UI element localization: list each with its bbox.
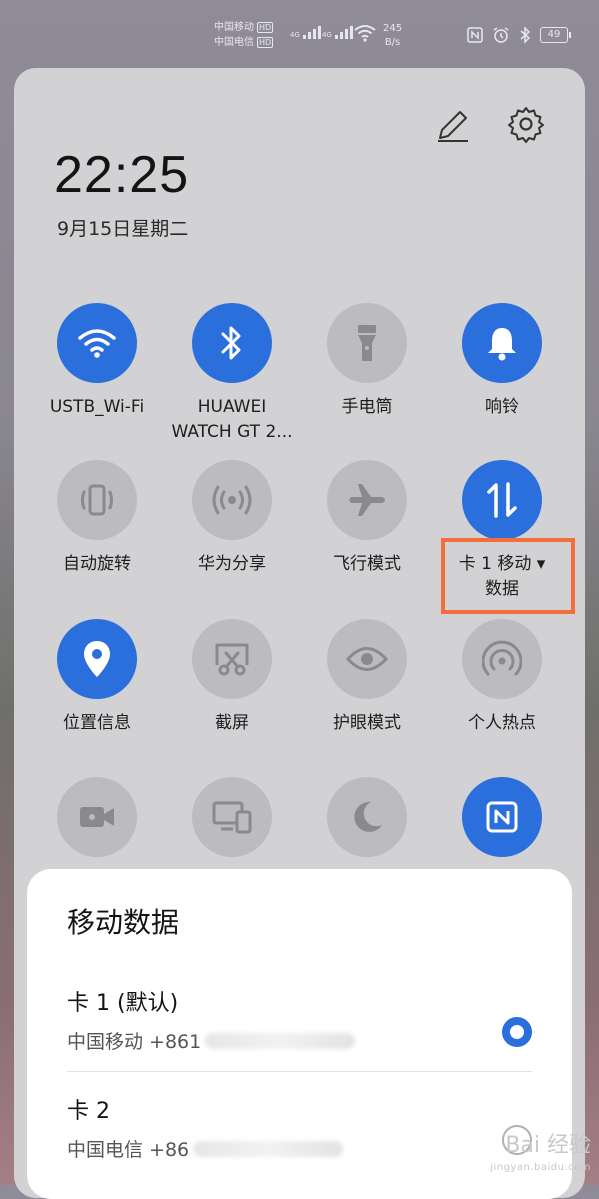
wifi-icon [354, 25, 376, 42]
tile-multi-screen-toggle[interactable] [192, 777, 272, 857]
signal-icon: 4G [322, 26, 353, 39]
bluetooth-icon [520, 26, 531, 44]
tile-location[interactable]: 位置信息 [22, 619, 172, 736]
divider [67, 1071, 532, 1072]
tile-ringer-toggle[interactable] [462, 303, 542, 383]
redacted-number [193, 1140, 344, 1157]
nfc-icon [486, 801, 518, 833]
status-bar: 中国移动 HD 中国电信 HD 4G 4G 245 B/s 49 [0, 0, 599, 62]
tile-eye-comfort[interactable]: 护眼模式 [292, 619, 442, 736]
carrier-info: 中国移动 HD 中国电信 HD [214, 20, 274, 50]
multi-screen-icon [212, 801, 252, 834]
tile-label: 手电筒 [341, 397, 393, 417]
tile-airplane-mode-toggle[interactable] [327, 460, 407, 540]
tile-label: 华为分享 [198, 554, 266, 574]
tile-hotspot-toggle[interactable] [462, 619, 542, 699]
tile-screen-record-toggle[interactable] [57, 777, 137, 857]
carrier-2: 中国电信 [214, 37, 254, 48]
tile-label: HUAWEI WATCH GT 2... [171, 397, 293, 442]
tile-label: 位置信息 [63, 713, 131, 733]
tile-nfc[interactable] [427, 777, 577, 857]
radio-card1[interactable] [502, 1017, 532, 1047]
status-icons: 49 [466, 26, 571, 44]
signal-icon: 4G [290, 26, 321, 39]
sim-option-card2[interactable]: 卡 2 中国电信 +86 [67, 1093, 532, 1183]
tile-flashlight-toggle[interactable] [327, 303, 407, 383]
wifi-icon [78, 329, 116, 358]
sim-number: 中国电信 +86 [67, 1135, 532, 1162]
tile-label: 护眼模式 [333, 713, 401, 733]
pencil-icon[interactable] [434, 108, 470, 144]
eye-icon [346, 647, 388, 671]
tile-eye-comfort-toggle[interactable] [327, 619, 407, 699]
airplane-icon [349, 484, 385, 516]
carrier-1: 中国移动 [214, 22, 254, 33]
hotspot-icon [482, 640, 522, 676]
tile-mobile-data-toggle[interactable] [462, 460, 542, 540]
watermark: Bai 经验 jingyan.baidu.com [490, 1133, 591, 1174]
tile-bluetooth[interactable]: HUAWEI WATCH GT 2... [157, 303, 307, 445]
network-speed: 245 B/s [383, 23, 403, 48]
highlight-box [441, 538, 575, 614]
tile-wifi[interactable]: USTB_Wi-Fi [22, 303, 172, 420]
clock-time: 22:25 [54, 146, 190, 204]
network-type: 4G [290, 31, 300, 39]
tile-auto-rotate-toggle[interactable] [57, 460, 137, 540]
tile-label: 个人热点 [468, 713, 536, 733]
date-text: 9月15日星期二 [57, 218, 189, 240]
bluetooth-icon [221, 326, 241, 360]
tile-ringer[interactable]: 响铃 [427, 303, 577, 420]
screenshot-icon [215, 643, 249, 676]
tile-huawei-share-toggle[interactable] [192, 460, 272, 540]
tile-location-toggle[interactable] [57, 619, 137, 699]
hd-badge: HD [257, 22, 274, 33]
tile-bluetooth-toggle[interactable] [192, 303, 272, 383]
tile-screenshot-toggle[interactable] [192, 619, 272, 699]
network-type: 4G [322, 31, 332, 39]
tile-label: 自动旋转 [63, 554, 131, 574]
sim-name: 卡 1 (默认) [67, 991, 179, 1016]
tile-dark-mode[interactable] [292, 777, 442, 857]
tile-screen-record[interactable] [22, 777, 172, 857]
screen-record-icon [80, 807, 114, 827]
alarm-icon [493, 27, 509, 43]
tile-airplane-mode[interactable]: 飞行模式 [292, 460, 442, 577]
sim-number: 中国移动 +861 [67, 1027, 532, 1054]
mobile-data-icon [487, 482, 517, 518]
tile-auto-rotate[interactable]: 自动旋转 [22, 460, 172, 577]
dark-mode-icon [354, 801, 382, 832]
tile-wifi-toggle[interactable] [57, 303, 137, 383]
tile-dark-mode-toggle[interactable] [327, 777, 407, 857]
tile-multi-screen[interactable] [157, 777, 307, 857]
nfc-icon [467, 27, 483, 43]
tile-huawei-share[interactable]: 华为分享 [157, 460, 307, 577]
redacted-number [205, 1032, 356, 1049]
sim-name: 卡 2 [67, 1099, 110, 1124]
tile-label: 飞行模式 [333, 554, 401, 574]
sim-option-card1[interactable]: 卡 1 (默认) 中国移动 +861 [67, 985, 532, 1075]
bell-icon [488, 328, 516, 361]
tile-nfc-toggle[interactable] [462, 777, 542, 857]
tile-label: 截屏 [215, 713, 249, 733]
tile-label: USTB_Wi-Fi [49, 397, 145, 417]
share-icon [212, 485, 252, 515]
tile-flashlight[interactable]: 手电筒 [292, 303, 442, 420]
auto-rotate-icon [81, 484, 113, 516]
tile-screenshot[interactable]: 截屏 [157, 619, 307, 736]
location-icon [84, 641, 110, 677]
tile-hotspot[interactable]: 个人热点 [427, 619, 577, 736]
sheet-title: 移动数据 [67, 906, 180, 939]
flashlight-icon [358, 325, 376, 361]
battery-indicator: 49 [540, 27, 571, 43]
tile-label: 响铃 [485, 397, 519, 417]
gear-icon[interactable] [506, 104, 546, 144]
hd-badge: HD [257, 37, 274, 48]
